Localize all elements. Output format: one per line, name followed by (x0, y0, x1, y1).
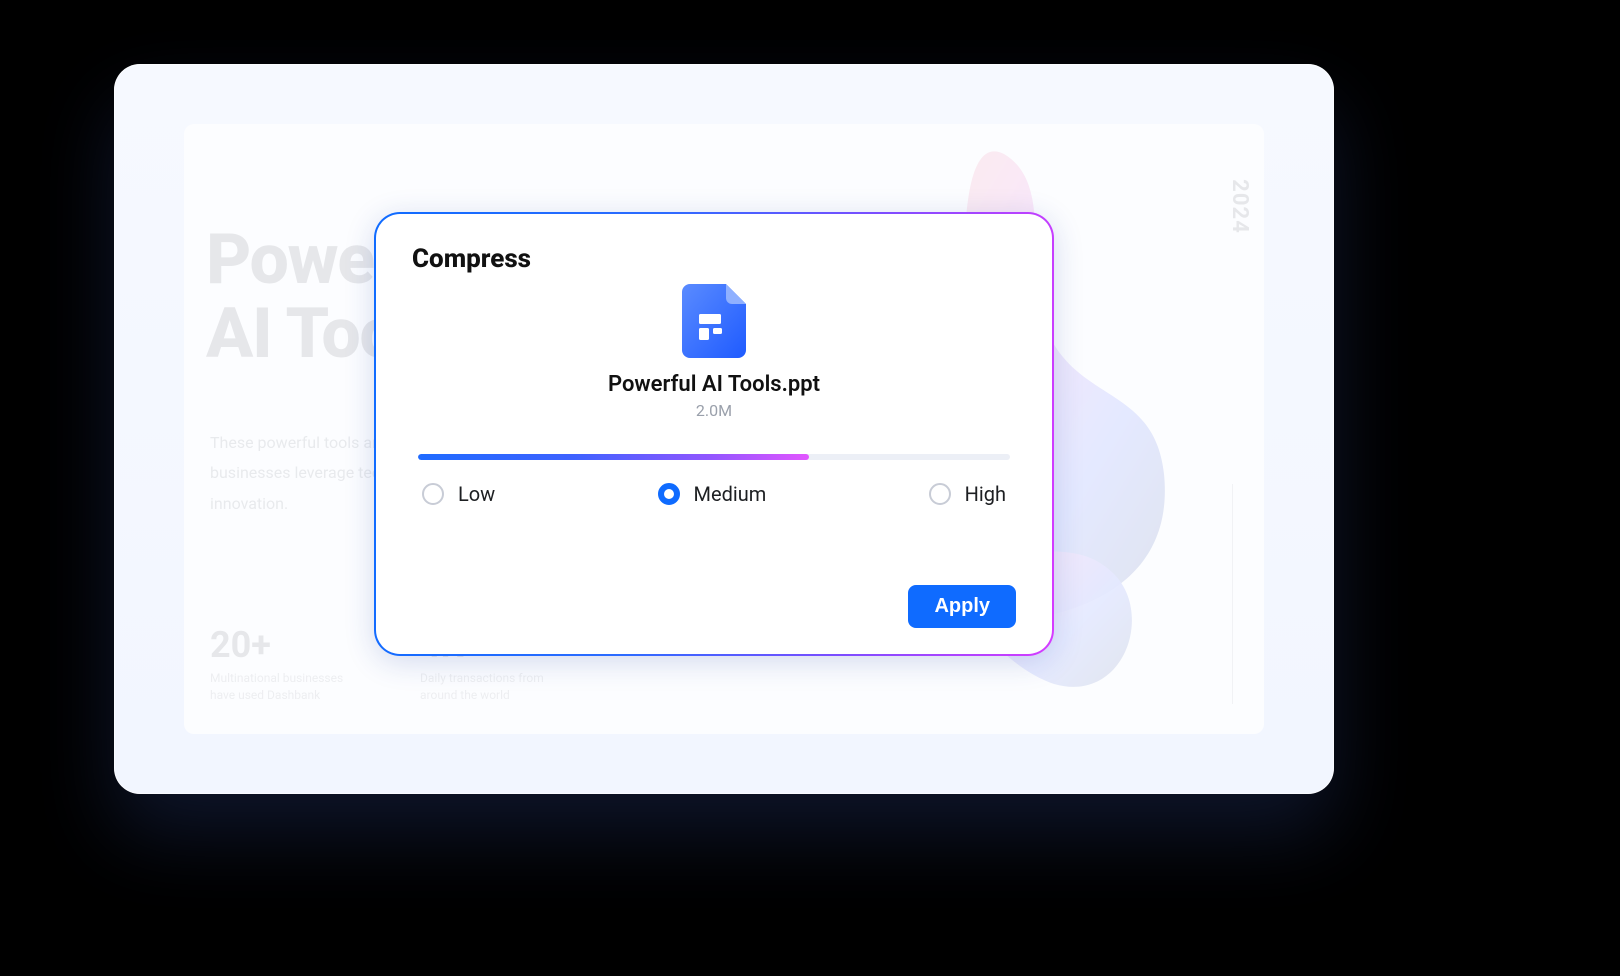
slide-side-rule (1232, 484, 1242, 704)
radio-high-dot (929, 483, 951, 505)
stat-0-cap: Multinational businesses have used Dashb… (210, 670, 350, 704)
radio-low[interactable]: Low (422, 482, 495, 506)
radio-high[interactable]: High (929, 482, 1006, 506)
stat-0-num: 20+ (210, 624, 350, 666)
dialog-actions: Apply (412, 585, 1016, 628)
radio-medium[interactable]: Medium (658, 482, 767, 506)
radio-low-label: Low (458, 482, 495, 506)
compression-track[interactable] (418, 454, 1010, 460)
slide-year: 2024 (1227, 179, 1252, 234)
radio-low-dot (422, 483, 444, 505)
file-name: Powerful AI Tools.ppt (608, 372, 820, 397)
radio-medium-label: Medium (694, 482, 767, 506)
radio-medium-dot (658, 483, 680, 505)
ppt-file-icon (682, 284, 746, 358)
dialog-title: Compress (412, 244, 1016, 274)
file-size: 2.0M (696, 401, 732, 420)
apply-button[interactable]: Apply (908, 585, 1016, 628)
compress-dialog-border: Compress (374, 212, 1054, 656)
radio-high-label: High (965, 482, 1006, 506)
compression-options: Low Medium High (418, 482, 1010, 506)
stat-1-cap: Daily transactions from around the world (420, 670, 560, 704)
stage: Powerful AI Tools These powerful tools a… (0, 0, 1620, 976)
stat-0: 20+ Multinational businesses have used D… (210, 624, 350, 704)
compression-controls: Low Medium High (412, 454, 1016, 506)
compression-fill (418, 454, 809, 460)
compress-dialog: Compress (376, 214, 1052, 654)
file-block: Powerful AI Tools.ppt 2.0M (412, 284, 1016, 420)
